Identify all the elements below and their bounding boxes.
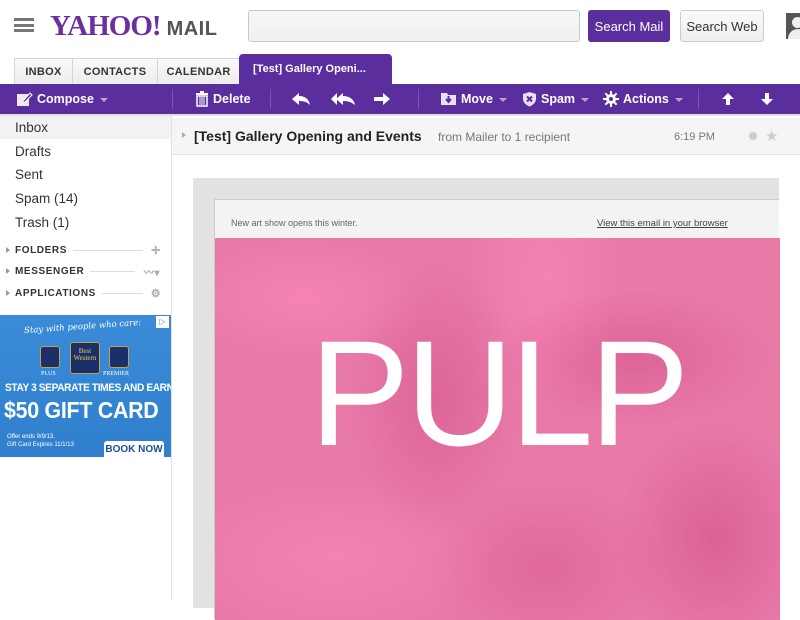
hero-image: PULP <box>215 238 780 620</box>
sidebar-item-spam[interactable]: Spam (14) <box>0 187 171 210</box>
compose-icon <box>17 92 33 106</box>
expand-triangle-icon[interactable] <box>182 132 186 138</box>
toolbar-divider <box>270 89 271 109</box>
brand-badge-main: Best Western <box>70 342 100 374</box>
section-label: APPLICATIONS <box>15 287 96 299</box>
compose-label: Compose <box>37 92 94 106</box>
expand-triangle-icon <box>6 247 10 253</box>
brand-badge-premier <box>109 346 129 368</box>
message-body: New art show opens this winter. View thi… <box>172 156 800 620</box>
hero-title: PULP <box>309 309 690 477</box>
forward-button[interactable] <box>373 84 395 114</box>
spam-label: Spam <box>541 92 576 106</box>
tab-inbox[interactable]: INBOX <box>14 58 73 84</box>
previous-message-button[interactable] <box>721 84 739 114</box>
ad-fine-print-1: Offer ends 9/9/13. <box>7 434 55 440</box>
chevron-down-icon <box>498 98 507 102</box>
email-content: New art show opens this winter. View thi… <box>214 199 780 620</box>
actions-label: Actions <box>623 92 669 106</box>
arrow-down-icon <box>761 93 773 105</box>
message-header[interactable]: [Test] Gallery Opening and Events from M… <box>172 118 800 155</box>
section-divider <box>72 249 143 251</box>
reply-icon <box>292 93 310 105</box>
ad-fine-print: Offer ends 9/9/13. Gift Card Expires 11/… <box>7 433 74 449</box>
expand-triangle-icon <box>6 268 10 274</box>
spam-button[interactable]: Spam <box>522 84 590 114</box>
message-subject: [Test] Gallery Opening and Events <box>194 128 422 144</box>
forward-icon <box>374 93 390 105</box>
section-label: MESSENGER <box>15 265 85 277</box>
reply-button[interactable] <box>291 84 315 114</box>
advertisement[interactable]: Stay with people who care: ▷ Best Wester… <box>0 315 171 457</box>
tab-bar: INBOX CONTACTS CALENDAR [Test] Gallery O… <box>0 54 800 84</box>
book-now-button[interactable]: BOOK NOW <box>104 441 164 457</box>
email-frame: New art show opens this winter. View thi… <box>193 178 780 620</box>
gear-icon <box>603 91 619 107</box>
reply-all-button[interactable] <box>330 84 360 114</box>
tab-calendar[interactable]: CALENDAR <box>157 58 240 84</box>
sidebar-item-trash[interactable]: Trash (1) <box>0 211 171 234</box>
gear-icon[interactable]: ⚙ <box>149 287 163 300</box>
message-sender[interactable]: from Mailer to 1 recipient <box>438 130 570 144</box>
sidebar-section-messenger[interactable]: MESSENGER 〰▾ <box>0 262 171 280</box>
chevron-down-icon <box>581 98 590 102</box>
move-button[interactable]: Move <box>440 84 507 114</box>
move-label: Move <box>461 92 493 106</box>
status-icon[interactable]: 〰▾ <box>141 264 163 279</box>
delete-label: Delete <box>213 92 251 106</box>
spam-shield-icon <box>523 92 536 107</box>
yahoo-mail-logo[interactable]: YAHOO! MAIL <box>50 10 218 42</box>
ad-fine-print-2: Gift Card Expires 11/1/13 <box>7 442 74 448</box>
section-label: FOLDERS <box>15 244 67 256</box>
header: YAHOO! MAIL Search Mail Search Web <box>0 0 800 55</box>
email-preheader: New art show opens this winter. <box>231 218 358 228</box>
search-web-button[interactable]: Search Web <box>680 10 764 42</box>
ad-tagline: Stay with people who care: <box>23 317 142 337</box>
star-icon[interactable]: ★ <box>765 127 778 145</box>
next-message-button[interactable] <box>760 84 778 114</box>
message-time: 6:19 PM <box>674 131 715 143</box>
section-divider <box>90 270 135 272</box>
logo-yahoo-text: YAHOO! <box>50 10 162 42</box>
avatar[interactable] <box>786 13 800 39</box>
section-divider <box>101 292 143 294</box>
search-mail-button[interactable]: Search Mail <box>588 10 670 42</box>
tab-current-message[interactable]: [Test] Gallery Openi... <box>239 54 392 84</box>
plus-icon[interactable]: ✛ <box>149 244 163 257</box>
toolbar-divider <box>418 89 419 109</box>
menu-icon[interactable] <box>14 18 34 32</box>
actions-button[interactable]: Actions <box>603 84 683 114</box>
chevron-down-icon <box>99 98 108 102</box>
trash-icon <box>196 91 208 107</box>
sidebar-section-folders[interactable]: FOLDERS ✛ <box>0 241 171 259</box>
brand-badge-plus <box>40 346 60 368</box>
logo-mail-text: MAIL <box>166 18 218 40</box>
sidebar-item-inbox[interactable]: Inbox <box>0 116 171 139</box>
expand-triangle-icon <box>6 290 10 296</box>
arrow-up-icon <box>722 93 734 105</box>
read-status-dot-icon[interactable] <box>749 132 757 140</box>
reply-all-icon <box>331 93 355 105</box>
tab-contacts[interactable]: CONTACTS <box>72 58 158 84</box>
sidebar-section-applications[interactable]: APPLICATIONS ⚙ <box>0 284 171 302</box>
chevron-down-icon <box>674 98 683 102</box>
adchoices-icon[interactable]: ▷ <box>156 316 169 328</box>
message-toolbar: Compose Delete Move Spam Actions <box>0 84 800 116</box>
ad-offer: $50 GIFT CARD <box>4 397 159 423</box>
toolbar-divider <box>698 89 699 109</box>
sidebar-item-drafts[interactable]: Drafts <box>0 140 171 163</box>
view-in-browser-link[interactable]: View this email in your browser <box>597 218 728 229</box>
ad-headline: STAY 3 SEPARATE TIMES AND EARN A <box>5 382 171 394</box>
delete-button[interactable]: Delete <box>195 84 251 114</box>
compose-button[interactable]: Compose <box>16 84 108 114</box>
search-input[interactable] <box>248 10 580 42</box>
sidebar-item-sent[interactable]: Sent <box>0 163 171 186</box>
folder-move-icon <box>441 93 456 105</box>
badge-premier-label: PREMIER <box>103 371 130 377</box>
badge-plus-label: PLUS <box>41 371 56 377</box>
toolbar-divider <box>172 89 173 109</box>
